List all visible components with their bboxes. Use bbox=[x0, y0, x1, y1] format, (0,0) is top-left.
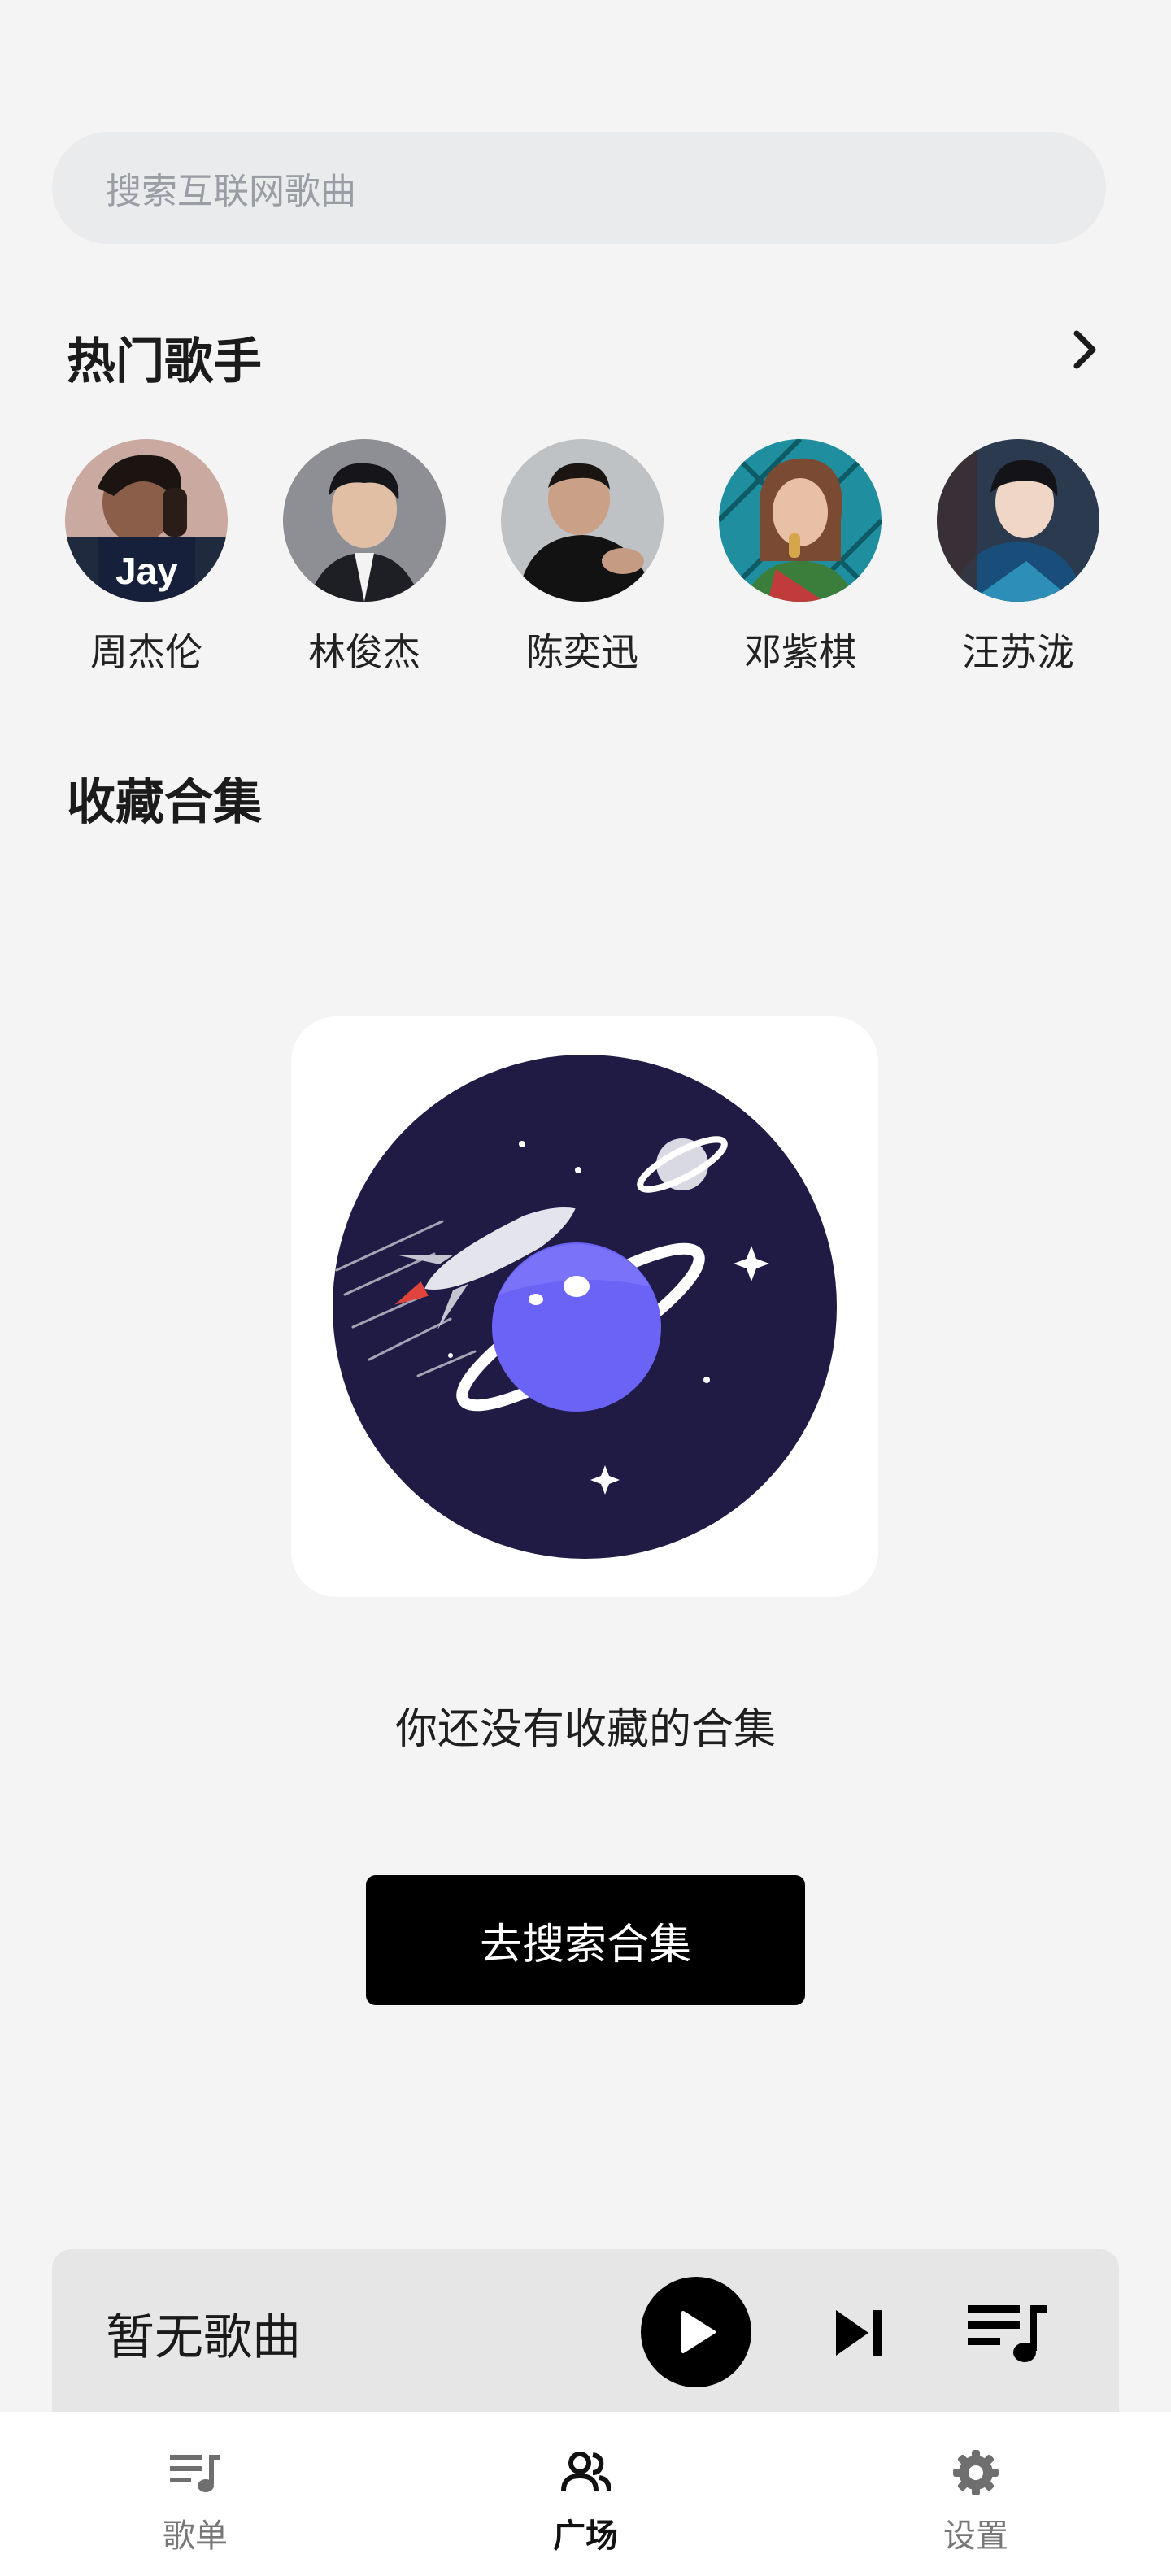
play-icon bbox=[681, 2311, 716, 2353]
playlist-icon bbox=[167, 2444, 224, 2501]
skip-next-icon bbox=[836, 2310, 882, 2356]
play-button[interactable] bbox=[641, 2277, 751, 2387]
singer-name: 汪苏泷 bbox=[962, 630, 1074, 674]
singer-avatar: Jay bbox=[65, 439, 228, 602]
current-song-title: 暂无歌曲 bbox=[106, 2309, 301, 2366]
empty-illustration-card bbox=[291, 1016, 878, 1597]
singer-avatar bbox=[937, 439, 1099, 602]
favorites-title: 收藏合集 bbox=[67, 774, 262, 831]
singer-name: 陈奕迅 bbox=[526, 630, 638, 674]
singer-avatar bbox=[719, 439, 882, 602]
singer-avatar bbox=[283, 439, 446, 602]
singer-item[interactable]: 陈奕迅 bbox=[493, 439, 672, 677]
search-collections-button[interactable]: 去搜索合集 bbox=[366, 1875, 805, 2005]
tab-playlists[interactable]: 歌单 bbox=[98, 2444, 293, 2556]
planet-rocket-illustration bbox=[333, 1055, 837, 1559]
tab-settings[interactable]: 设置 bbox=[878, 2444, 1073, 2556]
singer-avatar bbox=[501, 439, 664, 602]
tab-square[interactable]: 广场 bbox=[488, 2444, 683, 2556]
singer-item[interactable]: Jay 周杰伦 bbox=[57, 439, 236, 677]
playlist-icon bbox=[968, 2305, 1047, 2362]
app-screen: 搜索互联网歌曲 热门歌手 Jay 周杰伦 林俊杰 陈奕迅 邓紫棋 汪苏泷 收藏合… bbox=[0, 0, 1171, 2576]
queue-button[interactable] bbox=[963, 2296, 1054, 2369]
avatar-logo-text: Jay bbox=[115, 550, 178, 592]
gear-icon bbox=[947, 2444, 1004, 2501]
singer-item[interactable]: 邓紫棋 bbox=[711, 439, 890, 677]
tab-label: 设置 bbox=[943, 2517, 1008, 2555]
tab-label: 广场 bbox=[553, 2517, 618, 2555]
chevron-right-icon[interactable] bbox=[1062, 327, 1108, 372]
singer-item[interactable]: 汪苏泷 bbox=[929, 439, 1108, 677]
singer-name: 周杰伦 bbox=[90, 630, 202, 674]
search-placeholder: 搜索互联网歌曲 bbox=[106, 171, 356, 212]
empty-state-message: 你还没有收藏的合集 bbox=[394, 1705, 776, 1754]
search-input[interactable]: 搜索互联网歌曲 bbox=[52, 132, 1106, 244]
singer-name: 邓紫棋 bbox=[744, 630, 856, 674]
bottom-navigation: 歌单 广场 设置 bbox=[0, 2412, 1171, 2576]
people-icon bbox=[557, 2444, 614, 2501]
mini-player[interactable]: 暂无歌曲 bbox=[52, 2249, 1119, 2412]
singer-list: Jay 周杰伦 林俊杰 陈奕迅 邓紫棋 汪苏泷 bbox=[0, 439, 1171, 683]
hot-singers-title: 热门歌手 bbox=[67, 333, 262, 390]
tab-label: 歌单 bbox=[163, 2517, 228, 2555]
singer-name: 林俊杰 bbox=[308, 630, 420, 674]
next-button[interactable] bbox=[823, 2296, 896, 2369]
singer-item[interactable]: 林俊杰 bbox=[275, 439, 454, 677]
